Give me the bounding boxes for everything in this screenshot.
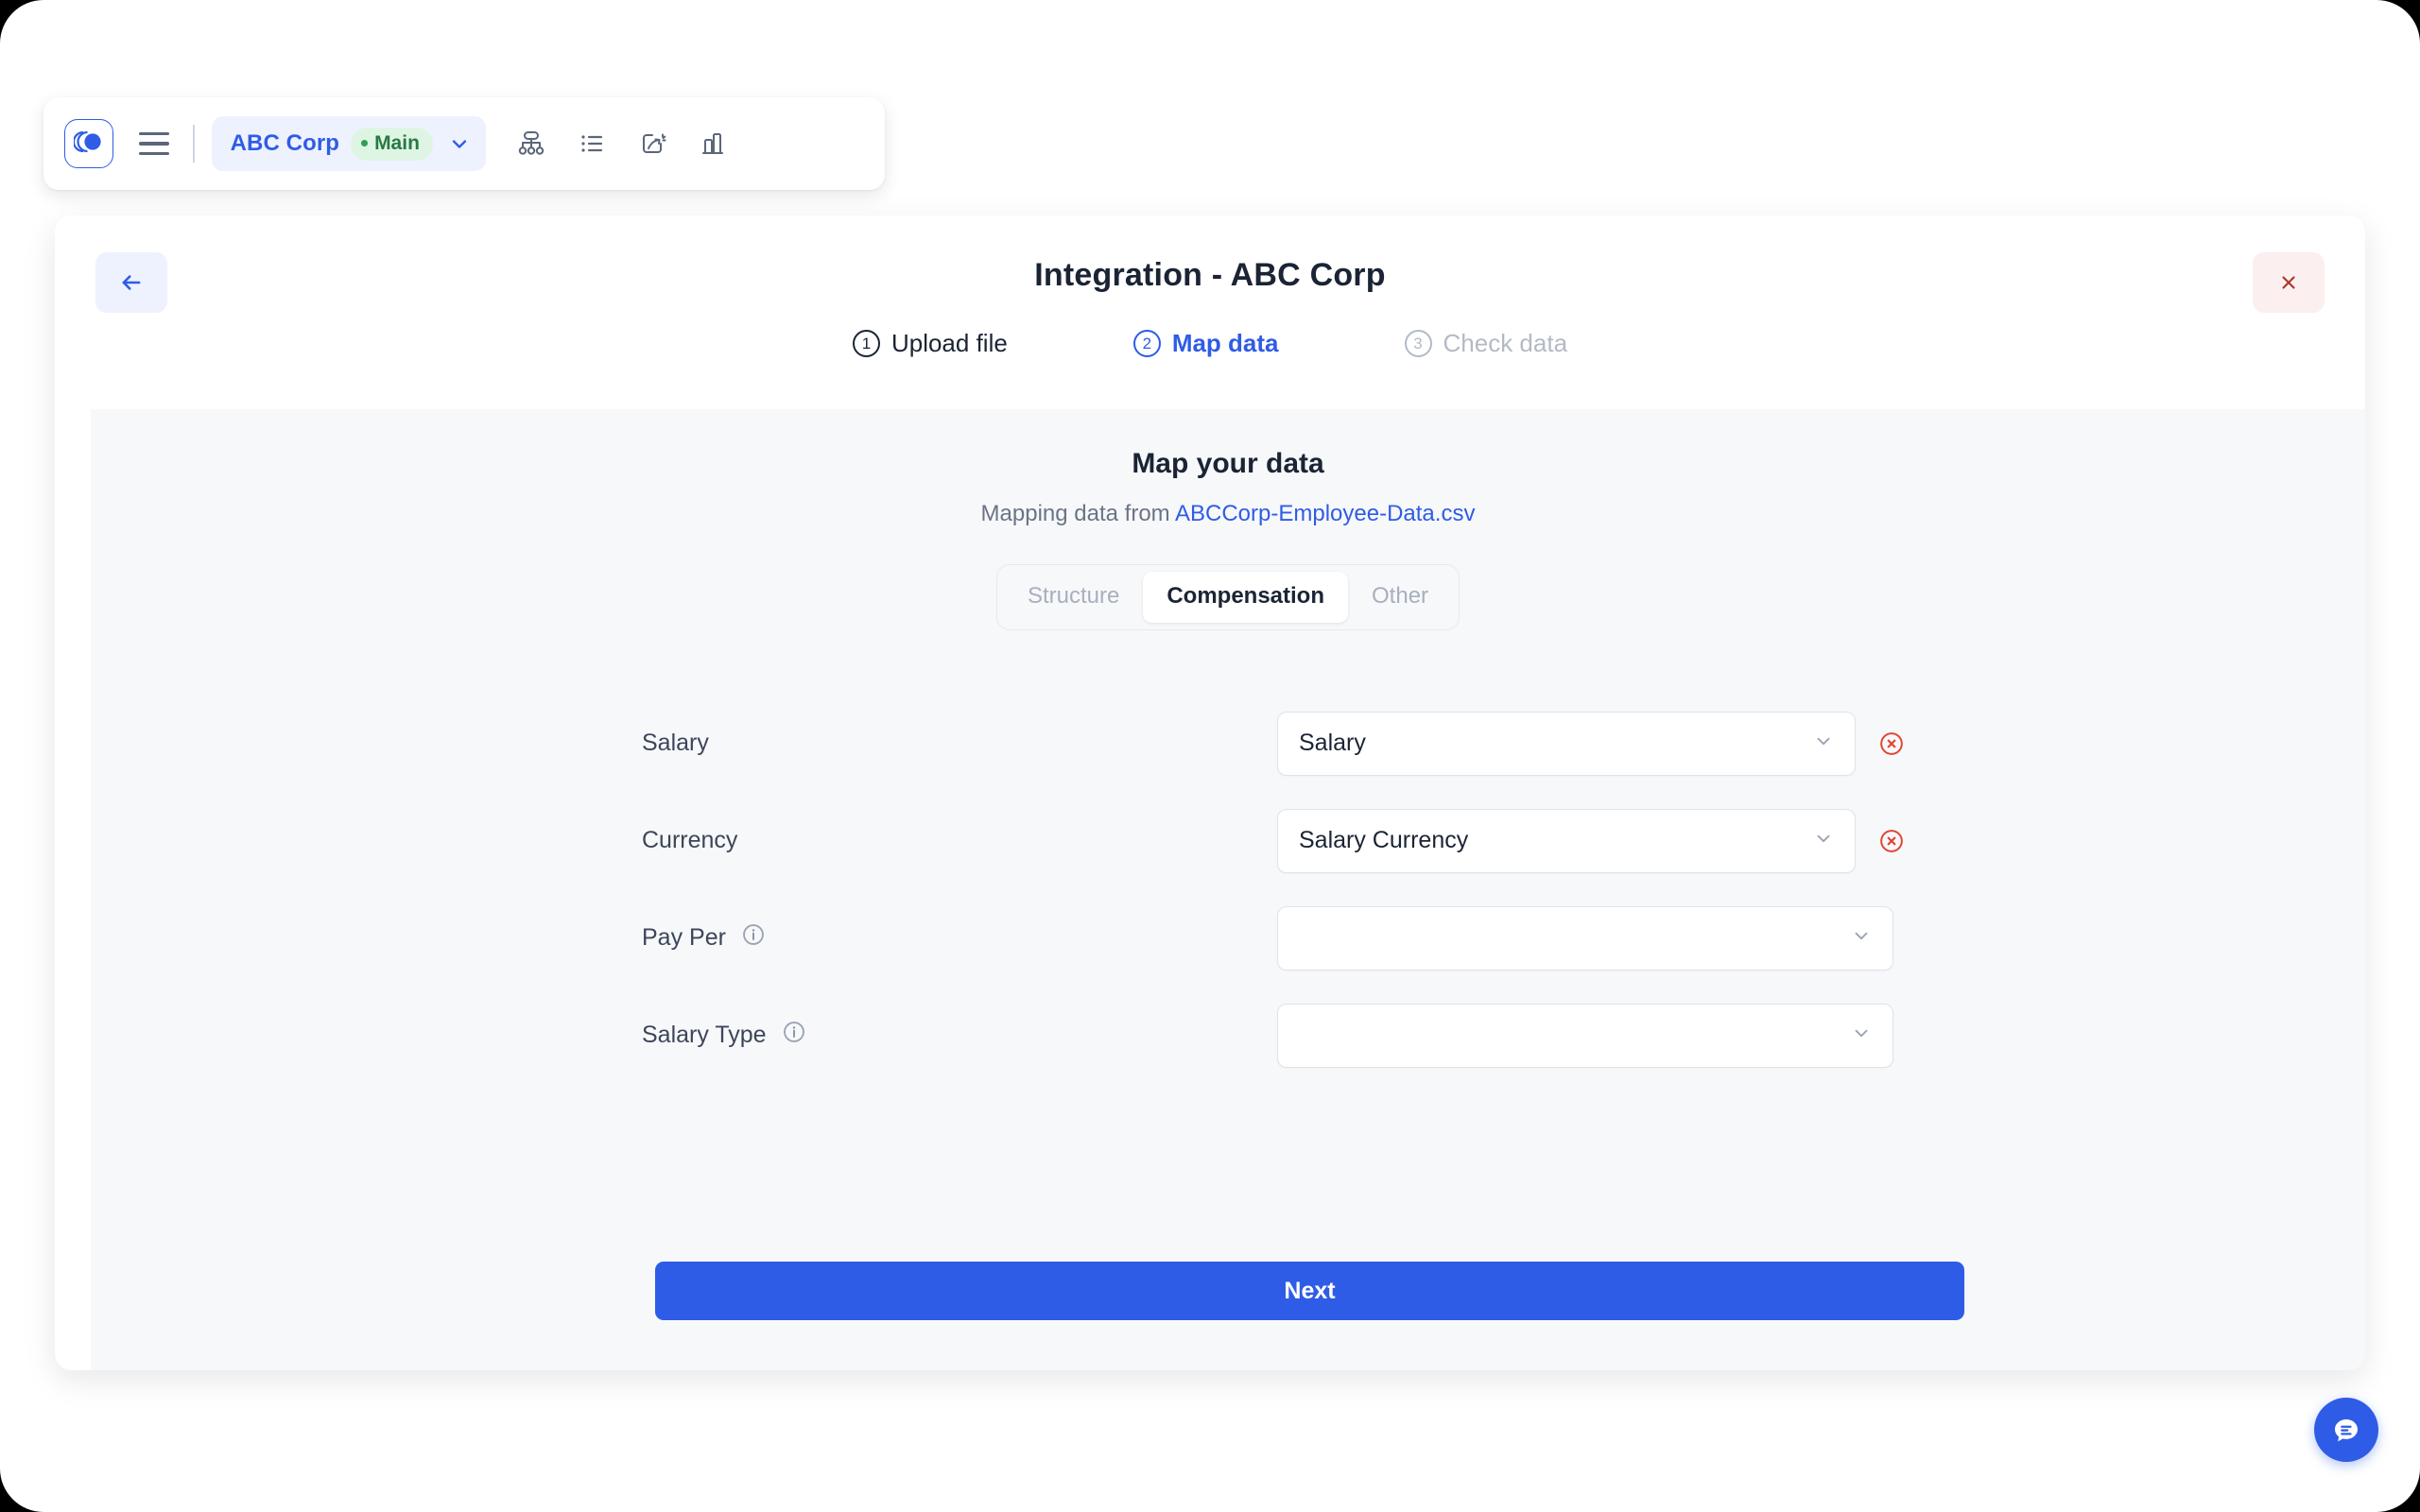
step-number: 3 bbox=[1404, 330, 1432, 357]
select-salary[interactable]: Salary bbox=[1277, 711, 1856, 776]
subtitle-prefix: Mapping data from bbox=[980, 501, 1175, 526]
info-icon[interactable] bbox=[741, 922, 766, 954]
chevron-down-icon bbox=[448, 132, 471, 155]
field-label-text: Pay Per bbox=[642, 924, 726, 951]
analytics-icon[interactable] bbox=[683, 115, 743, 172]
scenario-icon[interactable] bbox=[622, 115, 683, 172]
clear-salary-button[interactable] bbox=[1877, 730, 1906, 758]
select-value: Salary bbox=[1299, 730, 1366, 756]
field-row-currency: Currency Salary Currency bbox=[642, 792, 2365, 889]
category-tabs: Structure Compensation Other bbox=[995, 564, 1461, 630]
field-label-text: Salary bbox=[642, 730, 709, 756]
select-pay-per[interactable] bbox=[1277, 905, 1893, 971]
select-currency[interactable]: Salary Currency bbox=[1277, 808, 1856, 873]
select-value: Salary Currency bbox=[1299, 827, 1469, 853]
organization-selector[interactable]: ABC Corp Main bbox=[211, 116, 486, 171]
mapping-form: Salary Salary Currency Salary Currency P… bbox=[91, 695, 2365, 1084]
hamburger-menu-icon[interactable] bbox=[129, 119, 180, 168]
field-label-salary-type: Salary Type bbox=[642, 1020, 1277, 1051]
info-icon[interactable] bbox=[782, 1020, 806, 1051]
integration-modal: Integration - ABC Corp 1 Upload file 2 M… bbox=[55, 215, 2365, 1370]
hamburger-bar bbox=[139, 142, 169, 146]
close-button[interactable] bbox=[2253, 252, 2325, 313]
step-upload-file[interactable]: 1 Upload file bbox=[839, 329, 1021, 358]
toolbar-divider bbox=[193, 125, 195, 163]
chevron-down-icon bbox=[1851, 925, 1872, 951]
tab-compensation[interactable]: Compensation bbox=[1143, 572, 1349, 623]
field-label-text: Salary Type bbox=[642, 1022, 767, 1048]
select-salary-type[interactable] bbox=[1277, 1003, 1893, 1068]
clear-currency-button[interactable] bbox=[1877, 827, 1906, 855]
hamburger-bar bbox=[139, 151, 169, 156]
chat-bubble-icon bbox=[2328, 1412, 2364, 1448]
stacked-circles-logo bbox=[72, 129, 104, 159]
list-view-icon[interactable] bbox=[562, 115, 622, 172]
page-title: Integration - ABC Corp bbox=[1034, 257, 1386, 293]
source-file-link[interactable]: ABCCorp-Employee-Data.csv bbox=[1175, 501, 1475, 526]
step-number: 2 bbox=[1132, 330, 1161, 357]
field-label-salary: Salary bbox=[642, 730, 1277, 757]
field-label-text: Currency bbox=[642, 827, 738, 853]
chevron-down-icon bbox=[1851, 1022, 1872, 1048]
step-label: Map data bbox=[1171, 329, 1279, 357]
app-logo-button[interactable] bbox=[64, 119, 113, 168]
branch-badge: Main bbox=[351, 127, 433, 161]
chevron-down-icon bbox=[1813, 730, 1834, 756]
modal-header: Integration - ABC Corp 1 Upload file 2 M… bbox=[55, 215, 2365, 409]
organization-name: ABC Corp bbox=[230, 130, 340, 156]
top-app-bar: ABC Corp Main bbox=[43, 97, 885, 190]
step-map-data[interactable]: 2 Map data bbox=[1120, 329, 1292, 358]
step-label: Check data bbox=[1443, 329, 1568, 357]
clear-circle-icon bbox=[1878, 730, 1905, 757]
branch-name: Main bbox=[374, 131, 420, 154]
tab-structure[interactable]: Structure bbox=[1004, 572, 1143, 623]
tab-other[interactable]: Other bbox=[1348, 572, 1452, 623]
field-row-pay-per: Pay Per bbox=[642, 889, 2365, 987]
app-root: ABC Corp Main Integration - ABC Corp 1 U… bbox=[0, 0, 2420, 1512]
step-check-data[interactable]: 3 Check data bbox=[1392, 329, 1582, 358]
wizard-stepper: 1 Upload file 2 Map data 3 Check data bbox=[55, 329, 2365, 358]
clear-circle-icon bbox=[1878, 828, 1905, 854]
panel-subtitle: Mapping data from ABCCorp-Employee-Data.… bbox=[91, 501, 2365, 527]
field-label-currency: Currency bbox=[642, 827, 1277, 854]
field-label-pay-per: Pay Per bbox=[642, 922, 1277, 954]
chat-launcher-button[interactable] bbox=[2314, 1398, 2378, 1462]
chevron-down-icon bbox=[1813, 828, 1834, 853]
toolbar-icon-group bbox=[501, 115, 743, 172]
field-row-salary-type: Salary Type bbox=[642, 987, 2365, 1084]
next-button[interactable]: Next bbox=[655, 1262, 1964, 1320]
back-button[interactable] bbox=[95, 252, 167, 313]
arrow-left-icon bbox=[118, 269, 145, 296]
field-row-salary: Salary Salary bbox=[642, 695, 2365, 792]
org-chart-icon[interactable] bbox=[501, 115, 562, 172]
close-icon bbox=[2277, 271, 2300, 294]
step-label: Upload file bbox=[890, 329, 1008, 357]
branch-status-dot bbox=[361, 140, 369, 146]
map-data-panel: Map your data Mapping data from ABCCorp-… bbox=[91, 409, 2365, 1370]
step-number: 1 bbox=[852, 330, 880, 357]
hamburger-bar bbox=[139, 131, 169, 136]
panel-title: Map your data bbox=[1132, 448, 1324, 479]
